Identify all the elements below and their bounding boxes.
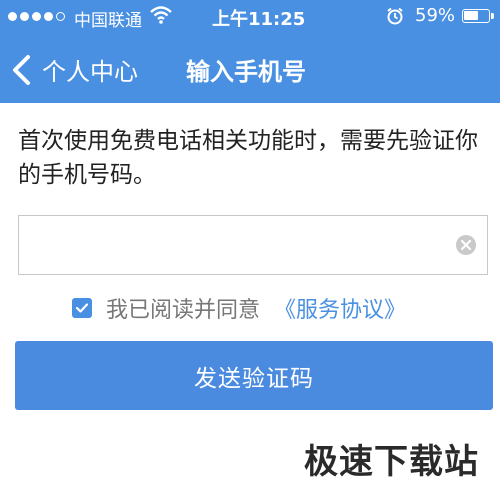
battery-icon xyxy=(462,9,494,23)
agree-checkbox[interactable] xyxy=(72,298,92,318)
back-chevron-icon[interactable] xyxy=(10,54,32,86)
status-bar: 中国联通 上午11:25 59% xyxy=(0,0,500,34)
alarm-icon xyxy=(386,7,404,29)
top-bar: 中国联通 上午11:25 59% 个人中心 输入手机号 xyxy=(0,0,500,103)
back-button[interactable]: 个人中心 xyxy=(42,52,138,87)
send-verification-code-button[interactable]: 发送验证码 xyxy=(15,341,493,410)
instruction-text: 首次使用免费电话相关功能时，需要先验证你的手机号码。 xyxy=(18,128,478,188)
status-time: 上午11:25 xyxy=(212,9,306,30)
signal-icon xyxy=(8,12,65,21)
phone-input-container xyxy=(18,215,488,275)
watermark: 极速下载站 xyxy=(304,442,479,482)
clear-icon[interactable] xyxy=(455,234,477,256)
wifi-icon xyxy=(150,6,172,28)
navigation-bar: 个人中心 输入手机号 xyxy=(0,34,500,103)
service-agreement-link[interactable]: 《服务协议》 xyxy=(274,292,406,324)
battery-percentage: 59% xyxy=(415,5,456,26)
page-title: 输入手机号 xyxy=(186,58,306,86)
carrier-label: 中国联通 xyxy=(74,11,142,31)
phone-number-input[interactable] xyxy=(19,216,439,273)
agree-label: 我已阅读并同意 xyxy=(106,298,261,323)
checkmark-icon xyxy=(75,303,89,313)
agreement-row: 我已阅读并同意 《服务协议》 xyxy=(72,292,406,324)
